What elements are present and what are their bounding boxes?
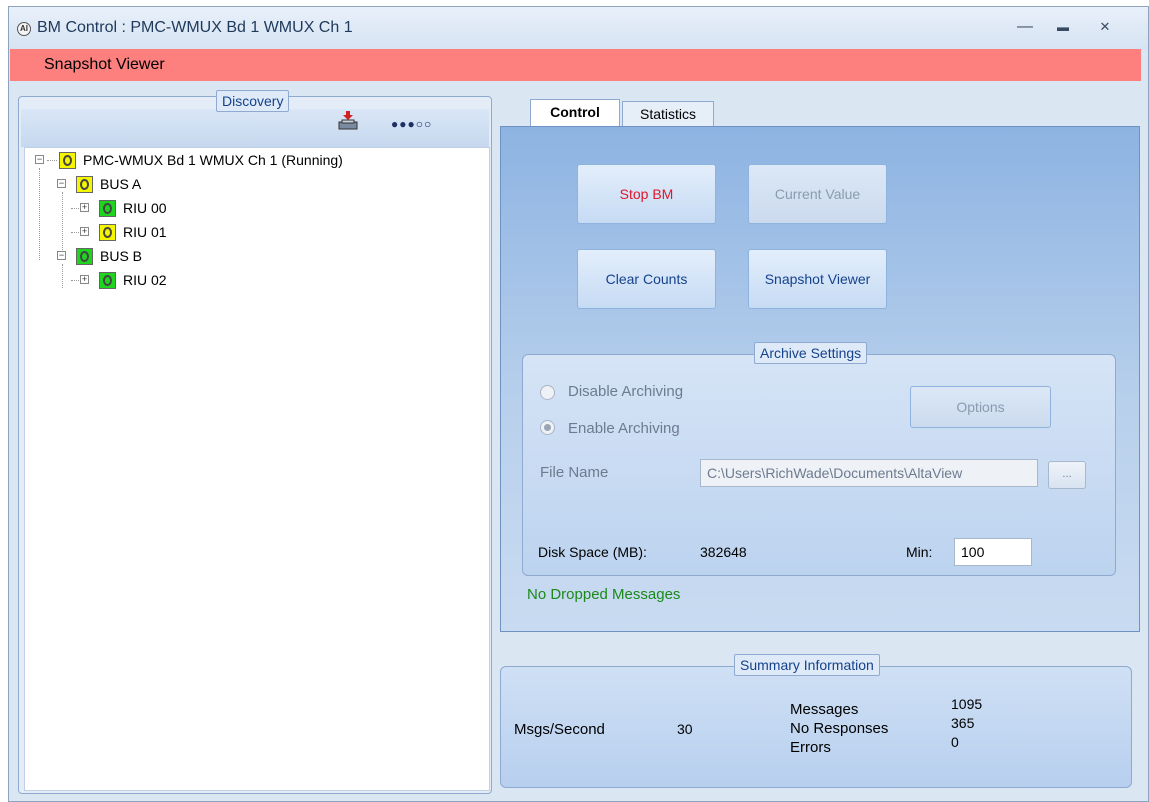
maximize-button[interactable]: ▬ — [1048, 14, 1078, 40]
current-value-button[interactable]: Current Value — [748, 164, 887, 224]
tree-node-riu-01[interactable]: + RIU 01 — [80, 221, 380, 243]
tree-node-label: RIU 00 — [123, 200, 167, 216]
tree-node-label: BUS B — [100, 248, 143, 264]
browse-button[interactable]: ... — [1048, 461, 1086, 489]
status-yellow-icon — [76, 176, 93, 193]
window-title: BM Control : PMC-WMUX Bd 1 WMUX Ch 1 — [37, 19, 353, 36]
enable-archiving-radio[interactable] — [540, 420, 555, 435]
no-responses-value: 365 — [951, 715, 975, 731]
archive-settings-title: Archive Settings — [754, 342, 868, 364]
minimize-button[interactable]: — — [1010, 14, 1040, 40]
tab-control[interactable]: Control — [530, 99, 620, 127]
status-green-icon — [99, 200, 116, 217]
file-name-field[interactable]: C:\Users\RichWade\Documents\AltaView — [700, 459, 1038, 487]
tree-node-label: BUS A — [100, 176, 142, 192]
summary-title: Summary Information — [734, 654, 880, 676]
min-label: Min: — [906, 544, 933, 560]
tree-node-riu-02[interactable]: + RIU 02 — [80, 269, 380, 291]
disable-archiving-label: Disable Archiving — [568, 383, 684, 400]
expand-icon[interactable]: + — [80, 227, 89, 236]
tree-node-riu-00[interactable]: + RIU 00 — [80, 197, 380, 219]
msgs-per-second-value: 30 — [677, 721, 693, 737]
status-green-icon — [99, 272, 116, 289]
tree-node-label: RIU 01 — [123, 224, 167, 240]
disable-archiving-radio[interactable] — [540, 385, 555, 400]
tab-statistics[interactable]: Statistics — [622, 101, 714, 127]
errors-value: 0 — [951, 734, 959, 750]
dropped-messages-status: No Dropped Messages — [527, 586, 681, 603]
status-green-icon — [76, 248, 93, 265]
close-button[interactable]: ✕ — [1090, 14, 1120, 40]
app-icon: AI — [17, 22, 31, 36]
tree-node-root[interactable]: − PMC-WMUX Bd 1 WMUX Ch 1 (Running) — [33, 149, 483, 171]
collapse-icon[interactable]: − — [57, 179, 66, 188]
discovery-title: Discovery — [216, 90, 290, 112]
discovery-panel: ●●●○○ − PMC-WMUX Bd 1 WMUX Ch 1 (Running… — [18, 96, 492, 794]
discovery-tree[interactable]: − PMC-WMUX Bd 1 WMUX Ch 1 (Running) − BU… — [24, 147, 490, 791]
tree-node-label: RIU 02 — [123, 272, 167, 288]
msgs-per-second-label: Msgs/Second — [514, 721, 605, 738]
tree-node-bus-a[interactable]: − BUS A — [56, 173, 356, 195]
file-name-label: File Name — [540, 464, 609, 481]
no-responses-label: No Responses — [790, 720, 889, 737]
status-yellow-icon — [99, 224, 116, 241]
clear-counts-button[interactable]: Clear Counts — [577, 249, 716, 309]
errors-label: Errors — [790, 739, 831, 756]
options-button[interactable]: Options — [910, 386, 1051, 428]
collapse-icon[interactable]: − — [57, 251, 66, 260]
banner-label: Snapshot Viewer — [44, 56, 165, 73]
enable-archiving-label: Enable Archiving — [568, 420, 680, 437]
expand-icon[interactable]: + — [80, 275, 89, 284]
tree-node-label: PMC-WMUX Bd 1 WMUX Ch 1 (Running) — [83, 152, 343, 168]
snapshot-banner: Snapshot Viewer — [10, 49, 1141, 81]
progress-dots: ●●●○○ — [391, 117, 433, 131]
discovery-toolbar: ●●●○○ — [21, 109, 489, 147]
messages-label: Messages — [790, 701, 859, 718]
stop-bm-button[interactable]: Stop BM — [577, 164, 716, 224]
snapshot-viewer-button[interactable]: Snapshot Viewer — [748, 249, 887, 309]
tree-node-bus-b[interactable]: − BUS B — [56, 245, 356, 267]
collapse-icon[interactable]: − — [35, 155, 44, 164]
disk-space-value: 382648 — [700, 544, 747, 560]
min-field[interactable]: 100 — [954, 538, 1032, 566]
status-yellow-icon — [59, 152, 76, 169]
messages-value: 1095 — [951, 696, 983, 712]
disk-space-label: Disk Space (MB): — [538, 544, 647, 560]
download-icon[interactable] — [337, 111, 359, 131]
expand-icon[interactable]: + — [80, 203, 89, 212]
